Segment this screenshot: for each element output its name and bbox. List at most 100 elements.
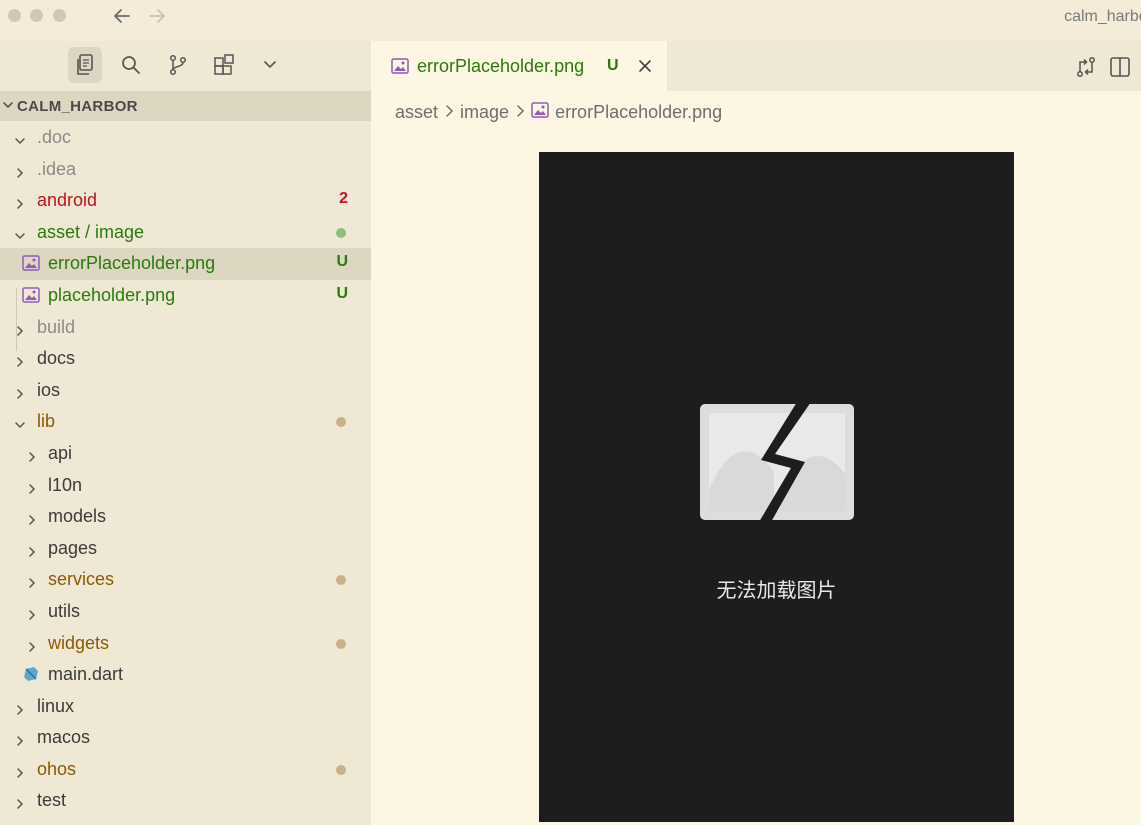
tree-item-label: api: [48, 442, 73, 463]
tree-item-android[interactable]: android 2: [0, 185, 371, 217]
tree-item-utils[interactable]: utils: [0, 596, 371, 628]
tree-item-models[interactable]: models: [0, 501, 371, 533]
tree-item-idea[interactable]: .idea: [0, 154, 371, 186]
tree-item-doc[interactable]: .doc: [0, 122, 371, 154]
tree-item-macos[interactable]: macos: [0, 722, 371, 754]
compare-changes-icon[interactable]: [1075, 55, 1097, 84]
tree-item-lib[interactable]: lib: [0, 406, 371, 438]
breadcrumb: asset image errorPlaceholder.png: [395, 102, 722, 123]
modified-dot-icon: [336, 638, 346, 649]
tab-bar: errorPlaceholder.png U: [371, 41, 1141, 91]
activity-bar: [0, 41, 371, 91]
forward-arrow-icon[interactable]: [147, 5, 167, 33]
tree-item-ios[interactable]: ios: [0, 375, 371, 407]
breadcrumb-image[interactable]: image: [460, 102, 509, 123]
chevron-right-icon: [14, 763, 26, 784]
chevron-right-icon: [14, 731, 26, 752]
chevron-right-icon: [26, 542, 38, 563]
tree-item-main-dart[interactable]: main.dart: [0, 659, 371, 691]
chevron-down-icon: [14, 226, 26, 247]
search-icon[interactable]: [114, 47, 148, 83]
chevron-right-icon: [14, 352, 26, 373]
chevron-right-icon: [26, 573, 38, 594]
tree-item-ohos[interactable]: ohos: [0, 754, 371, 786]
maximize-window-button[interactable]: [53, 9, 66, 22]
split-editor-icon[interactable]: [1109, 56, 1131, 83]
tree-item-l10n[interactable]: l10n: [0, 470, 371, 502]
tree-item-label: ios: [37, 379, 61, 400]
breadcrumb-file[interactable]: errorPlaceholder.png: [555, 102, 722, 123]
tree-item-docs[interactable]: docs: [0, 343, 371, 375]
tree-item-widgets[interactable]: widgets: [0, 628, 371, 660]
image-preview: 无法加载图片: [539, 152, 1014, 822]
tree-item-label: build: [37, 316, 76, 337]
tree-item-label: .idea: [37, 158, 77, 179]
tree-item-services[interactable]: services: [0, 564, 371, 596]
extensions-icon[interactable]: [207, 47, 241, 83]
chevron-right-icon: [26, 447, 38, 468]
file-tree: .doc .idea android 2 asset / image errorPlace…: [0, 122, 371, 817]
image-file-icon: [22, 287, 40, 308]
modified-dot-icon: [336, 417, 346, 428]
git-status-badge: U: [607, 57, 619, 74]
back-arrow-icon[interactable]: [112, 5, 132, 33]
tree-item-label: placeholder.png: [48, 284, 176, 305]
tree-item-pages[interactable]: pages: [0, 533, 371, 565]
image-file-icon: [22, 255, 40, 276]
chevron-right-icon: [14, 700, 26, 721]
tab-label: errorPlaceholder.png: [417, 56, 585, 76]
tree-item-label: macos: [37, 727, 91, 748]
chevron-right-icon: [14, 194, 26, 215]
tree-item-label: errorPlaceholder.png: [48, 253, 216, 274]
tree-item-label: android: [37, 190, 98, 211]
tree-item-label: asset / image: [37, 221, 145, 242]
chevron-down-icon[interactable]: [253, 47, 287, 83]
tree-item-label: test: [37, 790, 67, 811]
chevron-right-icon: [14, 163, 26, 184]
git-status-badge: U: [336, 253, 348, 271]
tree-item-label: lib: [37, 411, 56, 432]
source-control-icon[interactable]: [161, 47, 195, 83]
close-window-button[interactable]: [8, 9, 21, 22]
chevron-right-icon: [14, 794, 26, 815]
explorer-title: CALM_HARBOR: [17, 98, 138, 115]
window-title: calm_harbor: [1064, 8, 1141, 25]
minimize-window-button[interactable]: [30, 9, 43, 22]
chevron-down-icon: [2, 97, 14, 117]
close-icon[interactable]: [637, 57, 653, 80]
tab-errorplaceholder[interactable]: errorPlaceholder.png U: [371, 41, 667, 91]
tree-item-label: docs: [37, 348, 76, 369]
chevron-right-icon: [14, 321, 26, 342]
git-status-badge: 2: [339, 190, 348, 208]
image-file-icon: [531, 102, 549, 123]
chevron-down-icon: [14, 131, 26, 152]
tree-item-label: .doc: [37, 127, 72, 147]
files-icon[interactable]: [68, 47, 102, 83]
chevron-right-icon: [26, 479, 38, 500]
tree-item-linux[interactable]: linux: [0, 691, 371, 723]
tree-item-errorplaceholder-png[interactable]: errorPlaceholder.png U: [0, 248, 371, 280]
broken-image-icon: [700, 402, 854, 522]
sidebar: CALM_HARBOR .doc .idea android 2 asset / ima…: [0, 41, 371, 825]
chevron-right-icon: [444, 104, 454, 121]
tree-item-placeholder-png[interactable]: placeholder.png U: [0, 280, 371, 312]
dart-file-icon: [22, 665, 40, 688]
tree-item-label: ohos: [37, 758, 77, 779]
tree-item-asset-image[interactable]: asset / image: [0, 217, 371, 249]
tree-item-label: utils: [48, 600, 81, 621]
modified-dot-icon: [336, 575, 346, 586]
tree-item-build[interactable]: build: [0, 312, 371, 344]
chevron-right-icon: [26, 637, 38, 658]
tree-item-api[interactable]: api: [0, 438, 371, 470]
modified-dot-icon: [336, 764, 346, 775]
chevron-right-icon: [515, 104, 525, 121]
tree-item-label: l10n: [48, 474, 83, 495]
explorer-header[interactable]: CALM_HARBOR: [0, 91, 371, 121]
tree-item-label: services: [48, 569, 115, 590]
modified-dot-icon: [336, 227, 346, 238]
tree-item-label: linux: [37, 695, 75, 716]
title-bar: calm_harbor: [0, 0, 1141, 41]
tree-item-test[interactable]: test: [0, 785, 371, 817]
tree-item-label: models: [48, 506, 107, 527]
breadcrumb-asset[interactable]: asset: [395, 102, 438, 123]
